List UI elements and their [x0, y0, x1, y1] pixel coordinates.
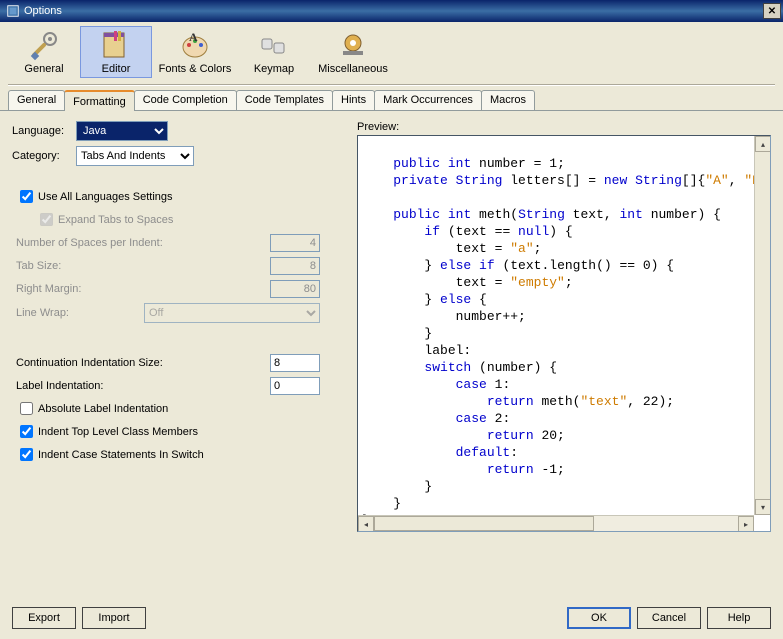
scroll-left-icon[interactable]: ◂ — [358, 516, 374, 532]
tab-size-label: Tab Size: — [16, 260, 270, 272]
toolbar-item-general[interactable]: General — [8, 26, 80, 78]
language-label: Language: — [12, 125, 76, 137]
help-button[interactable]: Help — [707, 607, 771, 629]
scroll-right-icon[interactable]: ▸ — [738, 516, 754, 532]
gear-misc-icon — [337, 29, 369, 61]
keys-icon — [258, 29, 290, 61]
use-all-languages-checkbox[interactable] — [20, 190, 33, 203]
cont-indent-input[interactable] — [270, 354, 320, 372]
code-preview: public int number = 1; private String le… — [358, 136, 770, 531]
toolbar-label: Keymap — [254, 63, 294, 75]
label-indent-input[interactable] — [270, 377, 320, 395]
tab-mark-occurrences[interactable]: Mark Occurrences — [374, 90, 482, 110]
palette-icon: A — [179, 29, 211, 61]
category-label: Category: — [12, 150, 76, 162]
sub-tabs: General Formatting Code Completion Code … — [0, 90, 783, 111]
preview-label: Preview: — [357, 121, 771, 133]
cancel-button[interactable]: Cancel — [637, 607, 701, 629]
separator — [8, 84, 775, 86]
right-margin-label: Right Margin: — [16, 283, 270, 295]
scroll-thumb[interactable] — [374, 516, 594, 531]
tab-macros[interactable]: Macros — [481, 90, 535, 110]
toolbar-label: General — [24, 63, 63, 75]
expand-tabs-checkbox — [40, 213, 53, 226]
toolbar-label: Miscellaneous — [318, 63, 388, 75]
cont-indent-label: Continuation Indentation Size: — [16, 357, 270, 369]
toolbar-item-keymap[interactable]: Keymap — [238, 26, 310, 78]
toolbar-item-fonts-colors[interactable]: A Fonts & Colors — [152, 26, 238, 78]
category-select[interactable]: Tabs And Indents — [76, 146, 194, 166]
preview-box: public int number = 1; private String le… — [357, 135, 771, 532]
expand-tabs-label: Expand Tabs to Spaces — [58, 214, 173, 226]
expand-tabs-row: Expand Tabs to Spaces — [36, 210, 347, 229]
num-spaces-spinner — [270, 234, 320, 252]
wrench-gear-icon — [28, 29, 60, 61]
title-bar: Options ✕ — [0, 0, 783, 22]
absolute-label-checkbox[interactable] — [20, 402, 33, 415]
label-indent-label: Label Indentation: — [16, 380, 270, 392]
toolbar-label: Fonts & Colors — [159, 63, 232, 75]
absolute-label-text: Absolute Label Indentation — [38, 403, 168, 415]
window-title: Options — [24, 5, 62, 17]
language-select[interactable]: Java — [76, 121, 168, 141]
book-icon — [100, 29, 132, 61]
use-all-languages-row: Use All Languages Settings — [16, 187, 347, 206]
indent-case-label: Indent Case Statements In Switch — [38, 449, 204, 461]
close-button[interactable]: ✕ — [763, 3, 781, 19]
indent-case-checkbox[interactable] — [20, 448, 33, 461]
line-wrap-select: Off — [144, 303, 320, 323]
scroll-down-icon[interactable]: ▾ — [755, 499, 771, 515]
horizontal-scrollbar[interactable]: ◂ ▸ — [358, 515, 754, 531]
import-button[interactable]: Import — [82, 607, 146, 629]
line-wrap-label: Line Wrap: — [16, 307, 144, 319]
indent-top-label: Indent Top Level Class Members — [38, 426, 198, 438]
vertical-scrollbar[interactable]: ▴ ▾ — [754, 136, 770, 515]
toolbar-item-miscellaneous[interactable]: Miscellaneous — [310, 26, 396, 78]
indent-top-checkbox[interactable] — [20, 425, 33, 438]
toolbar-label: Editor — [102, 63, 131, 75]
category-toolbar: General Editor A Fonts & Colors Keymap M… — [0, 22, 783, 80]
export-button[interactable]: Export — [12, 607, 76, 629]
svg-text:A: A — [189, 30, 198, 44]
num-spaces-label: Number of Spaces per Indent: — [16, 237, 270, 249]
right-margin-spinner — [270, 280, 320, 298]
use-all-languages-label: Use All Languages Settings — [38, 191, 173, 203]
tab-code-completion[interactable]: Code Completion — [134, 90, 237, 110]
tab-hints[interactable]: Hints — [332, 90, 375, 110]
toolbar-item-editor[interactable]: Editor — [80, 26, 152, 78]
tab-code-templates[interactable]: Code Templates — [236, 90, 333, 110]
bottom-button-bar: Export Import OK Cancel Help — [0, 599, 783, 639]
ok-button[interactable]: OK — [567, 607, 631, 629]
tab-general[interactable]: General — [8, 90, 65, 110]
tab-formatting[interactable]: Formatting — [64, 90, 135, 111]
tab-size-spinner — [270, 257, 320, 275]
app-icon — [6, 4, 20, 18]
scroll-up-icon[interactable]: ▴ — [755, 136, 771, 152]
